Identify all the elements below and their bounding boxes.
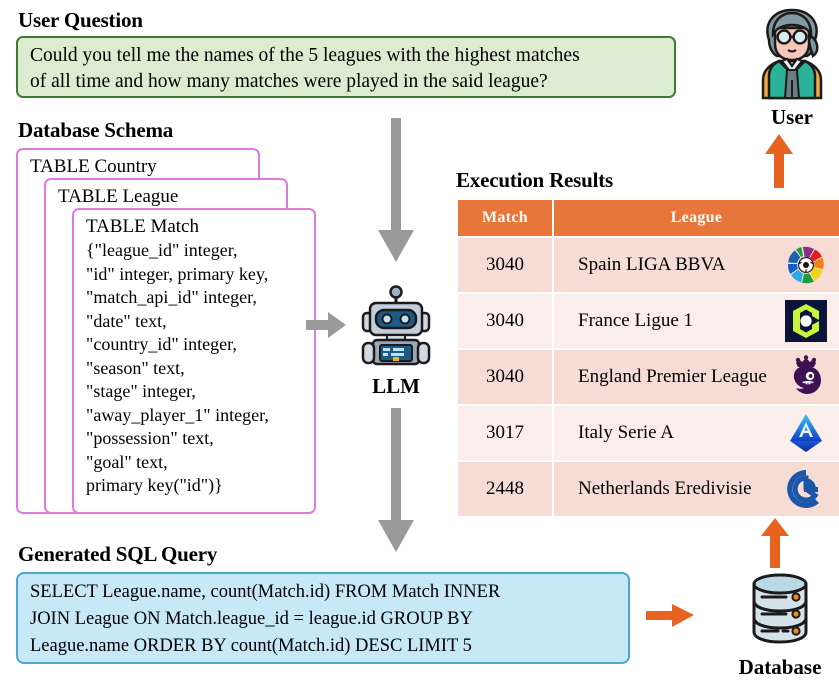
database-schema-title: Database Schema [18, 118, 174, 142]
schema-field: "stage" integer, [86, 381, 196, 401]
generated-sql-title: Generated SQL Query [18, 542, 218, 566]
sql-line-3: League.name ORDER BY count(Match.id) DES… [30, 636, 472, 656]
table-row: 3017 Italy Serie A [458, 406, 839, 460]
cell-league-label: France Ligue 1 [578, 310, 694, 331]
robot-icon [361, 285, 431, 366]
user-label: User [771, 105, 813, 129]
user-block: User [746, 4, 838, 130]
user-question-title: User Question [18, 8, 143, 32]
table-row: 3040 France Ligue 1 [458, 294, 839, 348]
ligue1-logo-icon [784, 299, 828, 343]
table-row: 2448 Netherlands Eredivisie [458, 462, 839, 516]
schema-field: primary key("id")} [86, 475, 223, 495]
premier-league-logo-icon [784, 355, 828, 399]
cell-league-label: England Premier League [578, 366, 767, 387]
generated-sql-box: SELECT League.name, count(Match.id) FROM… [16, 572, 630, 664]
database-block: Database [724, 570, 836, 680]
serie-a-logo-icon [784, 411, 828, 455]
table-row: 3040 Spain LIGA BBVA [458, 238, 839, 292]
table-header-row: Match League [458, 200, 839, 236]
arrow-results-to-user [765, 134, 793, 188]
table-row: 3040 England Premier League [458, 350, 839, 404]
schema-card-match: TABLE Match {"league_id" integer, "id" i… [72, 208, 316, 514]
arrow-database-to-results [761, 518, 789, 568]
cell-league: England Premier League [554, 350, 839, 404]
schema-field: "date" text, [86, 310, 167, 331]
schema-card-league-label: TABLE League [58, 186, 179, 207]
schema-field: "country_id" integer, [86, 334, 237, 354]
cell-league: Italy Serie A [554, 406, 839, 460]
arrow-question-to-llm [378, 118, 414, 262]
laliga-logo-icon [784, 243, 828, 287]
cell-league: France Ligue 1 [554, 294, 839, 348]
schema-card-country-label: TABLE Country [30, 156, 157, 177]
cell-league: Netherlands Eredivisie [554, 462, 839, 516]
schema-card-match-fields: {"league_id" integer, "id" integer, prim… [74, 239, 314, 498]
schema-field: "season" text, [86, 357, 185, 378]
cell-league: Spain LIGA BBVA [554, 238, 839, 292]
column-header-league: League [554, 200, 839, 236]
sql-line-2: JOIN League ON Match.league_id = league.… [30, 609, 473, 629]
user-avatar-icon [761, 8, 823, 100]
cell-league-label: Netherlands Eredivisie [578, 478, 752, 499]
schema-field: "away_player_1" integer, [86, 404, 269, 425]
eredivisie-logo-icon [784, 467, 828, 511]
execution-results-title: Execution Results [456, 168, 614, 192]
cell-league-label: Italy Serie A [578, 422, 675, 443]
cell-match: 3040 [458, 350, 552, 404]
schema-field: "goal" text, [86, 451, 168, 472]
arrow-llm-to-sql [378, 408, 414, 552]
cell-match: 2448 [458, 462, 552, 516]
column-header-match: Match [458, 200, 552, 236]
llm-block: LLM [346, 285, 446, 399]
cell-match: 3040 [458, 294, 552, 348]
schema-field: "possession" text, [86, 428, 214, 448]
user-question-line-1: Could you tell me the names of the 5 lea… [30, 45, 580, 66]
database-label: Database [738, 655, 822, 679]
cell-match: 3017 [458, 406, 552, 460]
schema-card-match-label: TABLE Match [86, 216, 199, 237]
execution-results-table: Match League 3040 Spain LIGA BBVA 3040 F… [456, 198, 839, 518]
database-cylinder-icon [752, 573, 808, 644]
llm-label: LLM [372, 374, 420, 398]
schema-field: {"league_id" integer, [86, 240, 238, 260]
arrow-sql-to-database [646, 604, 694, 627]
user-question-box: Could you tell me the names of the 5 lea… [16, 36, 676, 98]
sql-line-1: SELECT League.name, count(Match.id) FROM… [30, 582, 501, 602]
cell-match: 3040 [458, 238, 552, 292]
user-question-line-2: of all time and how many matches were pl… [30, 71, 548, 92]
schema-field: "match_api_id" integer, [86, 287, 257, 307]
arrow-schema-to-llm [306, 312, 346, 338]
cell-league-label: Spain LIGA BBVA [578, 254, 726, 275]
schema-field: "id" integer, primary key, [86, 263, 269, 284]
